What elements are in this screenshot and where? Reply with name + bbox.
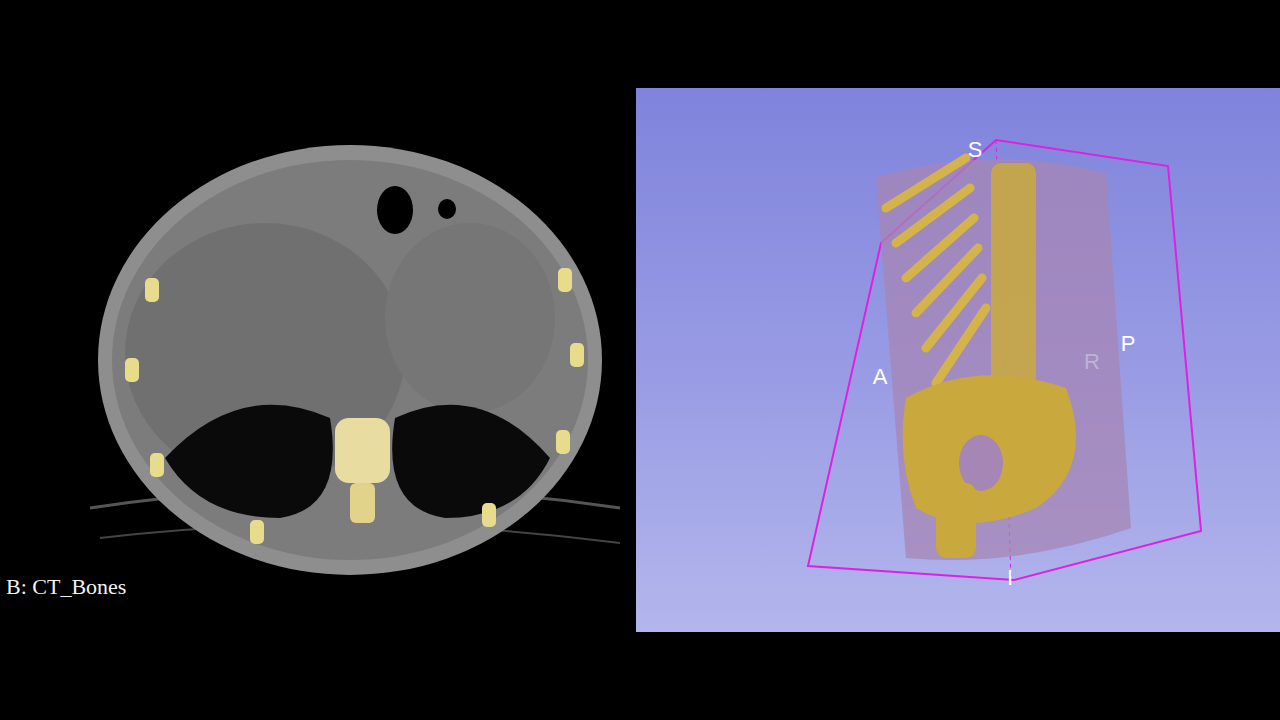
orientation-marker: R bbox=[1082, 350, 1102, 374]
orientation-marker: P bbox=[1119, 332, 1138, 356]
volume-render[interactable] bbox=[636, 88, 1280, 632]
slice-view[interactable]: B: CT_Bones bbox=[0, 88, 634, 632]
slicer-screen: B: CT_Bones S A PR I bbox=[0, 0, 1280, 720]
orientation-marker: A bbox=[871, 365, 890, 389]
bottom-letterbox bbox=[0, 632, 1280, 720]
ct-slice-image bbox=[0, 88, 634, 632]
orientation-marker: I bbox=[1005, 566, 1015, 590]
top-letterbox bbox=[0, 0, 1280, 88]
three-d-view[interactable]: S A PR I bbox=[636, 88, 1280, 632]
view-layout: B: CT_Bones S A PR I bbox=[0, 88, 1280, 632]
slice-label: B: CT_Bones bbox=[4, 573, 128, 601]
orientation-marker: S bbox=[966, 138, 985, 162]
